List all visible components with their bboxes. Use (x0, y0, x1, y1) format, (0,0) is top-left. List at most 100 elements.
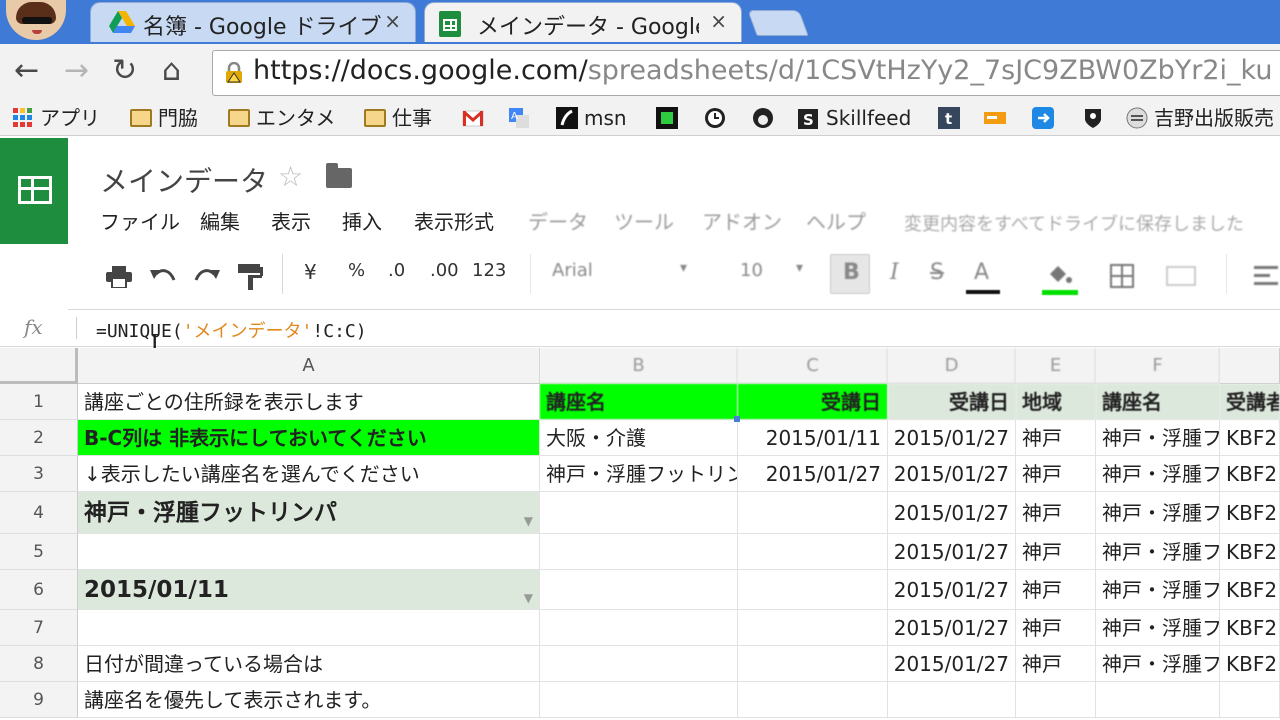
cell-b8[interactable] (540, 646, 738, 682)
cell-e8[interactable]: 神戸 (1016, 646, 1096, 682)
bookmark-circle[interactable] (752, 104, 780, 132)
close-icon[interactable]: × (710, 9, 727, 33)
selection-fill-handle[interactable] (734, 416, 740, 422)
dropdown-arrow-icon[interactable]: ▼ (524, 500, 533, 533)
formula-input[interactable]: =UNIQUE('メインデータ'!C:C) (96, 317, 367, 343)
column-header-c[interactable]: C (738, 348, 888, 384)
cell-f5[interactable]: 神戸・浮腫フ (1096, 534, 1220, 570)
borders-icon[interactable] (1110, 264, 1134, 288)
cell-f8[interactable]: 神戸・浮腫フ (1096, 646, 1220, 682)
cell-d4[interactable]: 2015/01/27 (888, 492, 1016, 534)
cell-a4[interactable]: 神戸・浮腫フットリンパ ▼ (78, 492, 540, 534)
cell-g8[interactable]: KBF2 (1220, 646, 1280, 682)
cell-f4[interactable]: 神戸・浮腫フ (1096, 492, 1220, 534)
document-title[interactable]: メインデータ (100, 160, 268, 200)
home-icon[interactable]: ⌂ (162, 54, 181, 88)
cell-f3[interactable]: 神戸・浮腫フ (1096, 456, 1220, 492)
decrease-decimal-button[interactable]: .0 (388, 260, 405, 281)
cell-d2[interactable]: 2015/01/27 (888, 420, 1016, 456)
font-family-select[interactable]: Arial (552, 260, 593, 281)
row-header-6[interactable]: 6 (0, 570, 78, 610)
fill-color-icon[interactable] (1046, 262, 1074, 286)
cell-c1[interactable]: 受講日 (738, 384, 888, 420)
cell-e5[interactable]: 神戸 (1016, 534, 1096, 570)
bookmark-orange[interactable] (984, 104, 1012, 132)
column-header-d[interactable]: D (888, 348, 1016, 384)
cell-b1[interactable]: 講座名 (540, 384, 738, 420)
cell-g4[interactable]: KBF2 (1220, 492, 1280, 534)
undo-icon[interactable] (150, 266, 176, 286)
cell-d3[interactable]: 2015/01/27 (888, 456, 1016, 492)
chevron-down-icon[interactable]: ▾ (680, 260, 687, 276)
cell-b2[interactable]: 大阪・介護 (540, 420, 738, 456)
cell-f9[interactable] (1096, 682, 1220, 718)
forward-icon[interactable]: → (64, 54, 89, 88)
increase-decimal-button[interactable]: .00 (430, 260, 459, 281)
cell-g1[interactable]: 受講者 (1220, 384, 1280, 420)
profile-avatar[interactable] (6, 0, 66, 40)
cell-c8[interactable] (738, 646, 888, 682)
close-icon[interactable]: × (384, 9, 401, 33)
cell-g7[interactable]: KBF2 (1220, 610, 1280, 646)
cell-a5[interactable] (78, 534, 540, 570)
cell-e2[interactable]: 神戸 (1016, 420, 1096, 456)
cell-f7[interactable]: 神戸・浮腫フ (1096, 610, 1220, 646)
cell-f1[interactable]: 講座名 (1096, 384, 1220, 420)
column-header-e[interactable]: E (1016, 348, 1096, 384)
cell-c4[interactable] (738, 492, 888, 534)
cell-g3[interactable]: KBF2 (1220, 456, 1280, 492)
bookmark-folder-kadowaki[interactable]: 門脇 (130, 104, 198, 132)
bookmark-green[interactable] (656, 104, 684, 132)
cell-g9[interactable] (1220, 682, 1280, 718)
cell-e3[interactable]: 神戸 (1016, 456, 1096, 492)
menu-view[interactable]: 表示 (271, 206, 311, 235)
row-header-9[interactable]: 9 (0, 682, 78, 718)
bookmark-folder-entame[interactable]: エンタメ (228, 104, 335, 132)
cell-d5[interactable]: 2015/01/27 (888, 534, 1016, 570)
cell-e9[interactable] (1016, 682, 1096, 718)
menu-tools[interactable]: ツール (614, 206, 674, 235)
cell-g5[interactable]: KBF2 (1220, 534, 1280, 570)
cell-g2[interactable]: KBF2 (1220, 420, 1280, 456)
bookmark-blue-arrow[interactable] (1032, 104, 1060, 132)
cell-d8[interactable]: 2015/01/27 (888, 646, 1016, 682)
chevron-down-icon[interactable]: ▾ (796, 260, 803, 276)
row-header-1[interactable]: 1 (0, 384, 78, 420)
cell-c3[interactable]: 2015/01/27 (738, 456, 888, 492)
column-header-b[interactable]: B (540, 348, 738, 384)
cell-f2[interactable]: 神戸・浮腫フ (1096, 420, 1220, 456)
bookmark-tumblr[interactable]: t (938, 104, 966, 132)
row-header-4[interactable]: 4 (0, 492, 78, 534)
cell-b4[interactable] (540, 492, 738, 534)
paint-format-icon[interactable] (238, 264, 264, 290)
cell-a8[interactable]: 日付が間違っている場合は (78, 646, 540, 682)
cell-e1[interactable]: 地域 (1016, 384, 1096, 420)
menu-file[interactable]: ファイル (100, 206, 180, 235)
strikethrough-button[interactable]: S (930, 260, 944, 285)
font-size-select[interactable]: 10 (740, 260, 763, 281)
select-all-corner[interactable] (0, 348, 78, 384)
bookmark-translate[interactable]: A (508, 104, 536, 132)
column-header-f[interactable]: F (1096, 348, 1220, 384)
cell-b5[interactable] (540, 534, 738, 570)
cell-c5[interactable] (738, 534, 888, 570)
cell-c6[interactable] (738, 570, 888, 610)
cell-c2[interactable]: 2015/01/11 (738, 420, 888, 456)
column-header-g[interactable] (1220, 348, 1280, 384)
star-icon[interactable]: ☆ (278, 160, 303, 193)
new-tab-button[interactable] (747, 10, 809, 36)
cell-a2[interactable]: B-C列は 非表示にしておいてください (78, 420, 540, 456)
merge-cells-icon[interactable] (1166, 266, 1196, 286)
bookmark-msn[interactable]: msn (556, 104, 627, 132)
cell-b3[interactable]: 神戸・浮腫フットリンパ (540, 456, 738, 492)
menu-insert[interactable]: 挿入 (342, 206, 382, 235)
cell-c9[interactable] (738, 682, 888, 718)
cell-e7[interactable]: 神戸 (1016, 610, 1096, 646)
cell-a7[interactable] (78, 610, 540, 646)
menu-edit[interactable]: 編集 (200, 206, 240, 235)
cell-d7[interactable]: 2015/01/27 (888, 610, 1016, 646)
cell-a9[interactable]: 講座名を優先して表示されます。 (78, 682, 540, 718)
cell-g6[interactable]: KBF2 (1220, 570, 1280, 610)
align-icon[interactable] (1254, 266, 1278, 286)
reload-icon[interactable]: ↻ (112, 54, 137, 88)
